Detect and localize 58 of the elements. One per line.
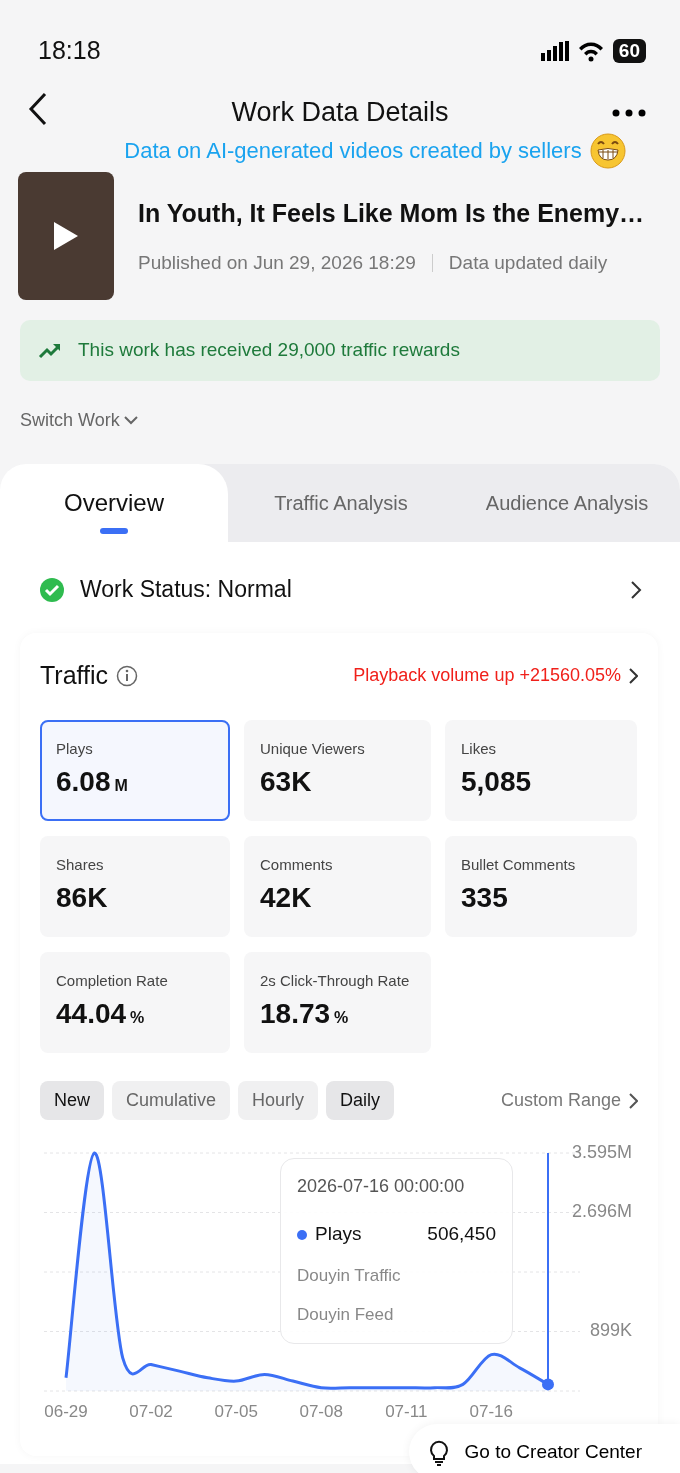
subtitle-text: Data on AI-generated videos created by sellers	[124, 137, 582, 165]
custom-range-link[interactable]: Custom Range	[500, 1087, 638, 1115]
reward-text: This work has received 29,000 traffic rewards	[78, 338, 460, 362]
metric-tile[interactable]: Bullet Comments 335	[445, 836, 637, 938]
x-tick-label: 07-08	[299, 1402, 343, 1422]
status-time: 18:18	[38, 35, 101, 67]
chevron-right-icon	[629, 1092, 638, 1109]
tab[interactable]: Overview	[0, 464, 228, 543]
page-title: Work Data Details	[231, 97, 449, 127]
series-value: 506,450	[427, 1222, 496, 1247]
info-icon[interactable]	[116, 664, 139, 687]
back-button[interactable]	[28, 92, 48, 126]
tooltip-line: Douyin Traffic	[297, 1264, 402, 1287]
metric-tile[interactable]: Plays 6.08 M	[40, 720, 230, 822]
y-tick-label: 2.696M	[571, 1201, 632, 1222]
work-status: Work Status: Normal	[80, 575, 292, 605]
chart-tooltip: 2026-07-16 00:00:00 Plays 506,450 Douyin Traffic Douyin Feed	[280, 1158, 513, 1345]
metric-tile[interactable]: Completion Rate 44.04%	[40, 952, 230, 1054]
metric-tile[interactable]: Likes 5,085	[445, 720, 637, 822]
check-icon	[40, 577, 64, 602]
mode-toggle[interactable]: New	[40, 1081, 104, 1121]
tab-indicator	[100, 528, 128, 535]
mode-toggle[interactable]: Cumulative	[112, 1081, 231, 1121]
x-tick-label: 06-29	[44, 1402, 88, 1422]
data-point	[542, 1378, 554, 1391]
metric-tile[interactable]: Unique Viewers 63K	[244, 720, 431, 822]
metric-tile[interactable]: 2s Click-Through Rate 18.73%	[244, 952, 431, 1054]
section-title: Traffic	[40, 659, 109, 691]
signal-icon	[540, 41, 569, 61]
y-tick-label: 899K	[589, 1320, 632, 1341]
lightbulb-icon	[428, 1438, 449, 1466]
battery-level: 60	[612, 39, 646, 63]
tab[interactable]: Traffic Analysis	[228, 464, 454, 543]
creator-center-button[interactable]: Go to Creator Center	[408, 1424, 680, 1473]
x-tick-label: 07-05	[214, 1402, 258, 1422]
update-note: Data updated daily	[448, 250, 608, 275]
work-title: In Youth, It Feels Like Mom Is the Enemy…	[138, 198, 645, 229]
play-icon	[52, 220, 80, 252]
caret-icon	[123, 416, 138, 426]
video-thumbnail[interactable]	[18, 172, 114, 300]
more-icon	[612, 107, 646, 118]
x-tick-label: 07-02	[129, 1402, 173, 1422]
period-toggle[interactable]: Hourly	[238, 1081, 319, 1121]
switch-work-button[interactable]: Switch Work	[20, 407, 138, 435]
tab[interactable]: Audience Analysis	[454, 464, 680, 543]
chevron-right-icon	[629, 667, 638, 684]
tooltip-line: Douyin Feed	[297, 1304, 395, 1327]
y-tick-label: 3.595M	[571, 1142, 632, 1162]
metric-tile[interactable]: Shares 86K	[40, 836, 230, 938]
period-toggle[interactable]: Daily	[326, 1081, 395, 1121]
x-tick-label: 07-11	[385, 1402, 428, 1422]
metric-tile[interactable]: Comments 42K	[244, 836, 431, 938]
grinning-face-icon	[589, 132, 626, 169]
publish-date: Published on Jun 29, 2026 18:29	[138, 250, 416, 275]
chevron-right-icon[interactable]	[630, 579, 642, 600]
trend-link[interactable]: Playback volume up +21560.05%	[353, 662, 638, 689]
series-name: Plays	[315, 1222, 362, 1247]
x-tick-label: 07-16	[469, 1402, 514, 1422]
